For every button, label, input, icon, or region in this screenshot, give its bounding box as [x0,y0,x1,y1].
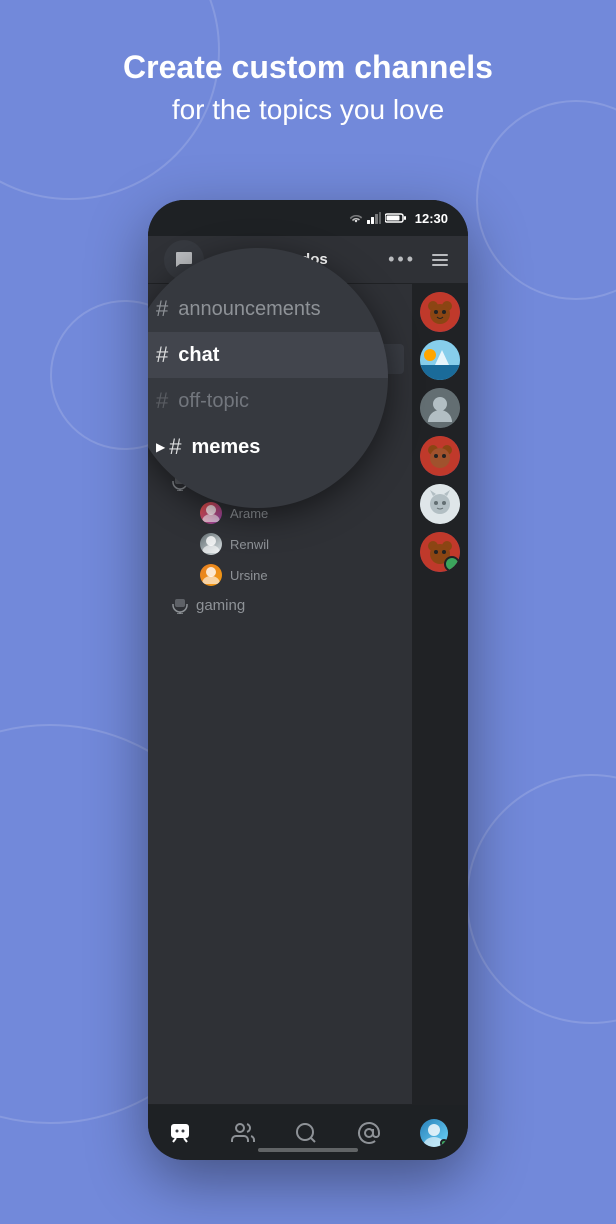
voice-member-ursine[interactable]: Ursine [156,560,404,590]
magnify-hash-announcements: # [156,296,168,322]
voice-member-ursine-name: Ursine [230,568,268,583]
server-list [412,284,468,1104]
magnify-hash-chat: # [156,342,168,368]
magnify-chat[interactable]: # chat [148,332,388,378]
magnify-notif-dot: ▶ [156,440,165,454]
magnify-channel-name-announcements: announcements [178,298,320,321]
magnify-channel-name-memes: memes [191,436,260,459]
signal-icon [367,212,381,224]
header-section: Create custom channels for the topics yo… [0,48,616,130]
mentions-nav-icon [357,1121,381,1145]
server-icon-2[interactable] [420,340,460,380]
battery-icon [385,212,407,224]
magnify-off-topic[interactable]: # off-topic [148,378,388,424]
status-time: 12:30 [415,211,448,226]
phone-frame: 12:30 Friendos ••• [148,200,468,1160]
nav-item-mentions[interactable] [357,1121,381,1145]
home-indicator [258,1148,358,1152]
magnify-hash-off-topic: # [156,388,168,414]
search-nav-icon [294,1121,318,1145]
friends-nav-icon [231,1121,255,1145]
voice-member-renwil[interactable]: Renwil [156,529,404,559]
server-icon-3[interactable] [420,388,460,428]
phone-mockup: 12:30 Friendos ••• [148,200,468,1160]
avatar-ursine [200,564,222,586]
server-icon-4[interactable] [420,436,460,476]
user-avatar [420,1119,448,1147]
server-icon-5[interactable] [420,484,460,524]
magnify-hash-memes: # [169,434,181,460]
magnify-memes[interactable]: ▶ # memes [148,424,388,470]
status-bar: 12:30 [148,200,468,236]
magnify-channel-name-off-topic: off-topic [178,390,249,413]
discord-nav-icon [168,1121,192,1145]
server-icon-1[interactable] [420,292,460,332]
voice-channel-gaming[interactable]: gaming [156,591,404,620]
avatar-renwil [200,533,222,555]
wifi-icon [349,212,363,224]
server-icon-6[interactable] [420,532,460,572]
members-list-button[interactable] [428,250,452,270]
voice-icon-gaming [172,598,188,614]
nav-item-search[interactable] [294,1121,318,1145]
server-options-button[interactable]: ••• [388,249,416,270]
magnify-announcements[interactable]: # announcements [148,286,388,332]
voice-member-renwil-name: Renwil [230,537,269,552]
magnify-channel-name-chat: chat [178,344,219,367]
header-subtitle: for the topics you love [40,90,576,129]
nav-item-discord[interactable] [168,1121,192,1145]
voice-channel-gaming-name: gaming [196,597,245,614]
header-title: Create custom channels [40,48,576,86]
nav-item-profile[interactable] [420,1119,448,1147]
nav-item-friends[interactable] [231,1121,255,1145]
status-icons [349,212,407,224]
avatar-arame [200,502,222,524]
